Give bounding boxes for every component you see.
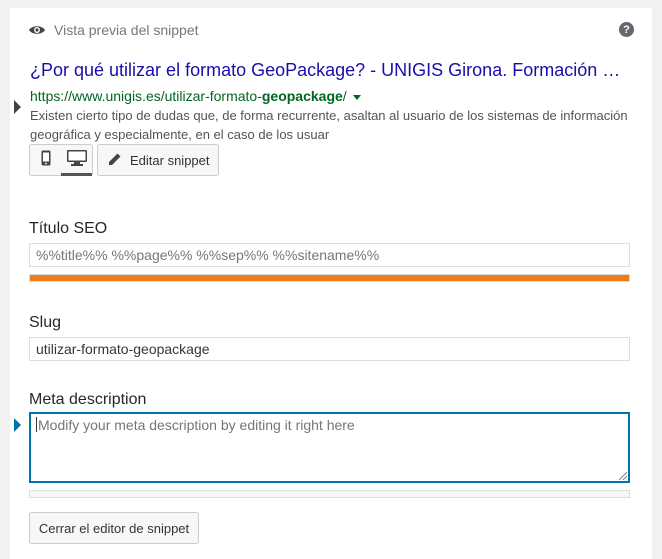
serp-title-link[interactable]: ¿Por qué utilizar el formato GeoPackage?… xyxy=(30,60,628,81)
mobile-preview-button[interactable] xyxy=(30,145,61,175)
slug-label: Slug xyxy=(29,314,62,331)
meta-description-marker-icon xyxy=(14,418,21,432)
serp-url-prefix: https://www.unigis.es/utilizar-formato- xyxy=(30,88,262,104)
slug-input[interactable]: utilizar-formato-geopackage xyxy=(29,337,630,361)
seo-title-input[interactable]: %%title%% %%page%% %%sep%% %%sitename%% xyxy=(29,243,630,267)
seo-title-label: Título SEO xyxy=(29,220,108,237)
serp-url-keyword: geopackage xyxy=(261,88,343,104)
help-icon[interactable]: ? xyxy=(619,22,634,37)
meta-description-placeholder: Modify your meta description by editing … xyxy=(38,417,355,433)
serp-description: Existen cierto tipo de dudas que, de for… xyxy=(30,108,628,142)
eye-icon xyxy=(28,24,46,36)
snippet-preview-title: Vista previa del snippet xyxy=(54,22,199,38)
seo-title-progress-bar xyxy=(29,274,630,282)
close-snippet-editor-button[interactable]: Cerrar el editor de snippet xyxy=(29,512,199,544)
meta-description-progress-bar xyxy=(29,490,630,498)
pencil-icon xyxy=(108,152,130,169)
description-marker-icon xyxy=(14,100,21,114)
meta-description-textarea[interactable]: Modify your meta description by editing … xyxy=(29,412,630,483)
url-dropdown-arrow-icon xyxy=(352,94,361,100)
resize-handle-icon[interactable] xyxy=(619,472,627,480)
seo-title-progress-fill xyxy=(30,275,629,281)
desktop-icon xyxy=(66,149,87,171)
snippet-editor-panel: Vista previa del snippet ? ¿Por qué util… xyxy=(10,8,652,559)
snippet-preview-header[interactable]: Vista previa del snippet ? xyxy=(28,20,634,40)
serp-url-suffix: / xyxy=(342,88,347,104)
text-caret xyxy=(36,417,37,432)
meta-description-label: Meta description xyxy=(29,391,147,408)
mobile-icon xyxy=(41,150,51,171)
desktop-preview-button[interactable] xyxy=(61,145,92,176)
edit-snippet-button[interactable]: Editar snippet xyxy=(97,144,219,176)
edit-snippet-label: Editar snippet xyxy=(130,152,210,168)
serp-url: https://www.unigis.es/utilizar-formato-g… xyxy=(30,88,361,104)
device-toggle-group xyxy=(29,144,93,176)
